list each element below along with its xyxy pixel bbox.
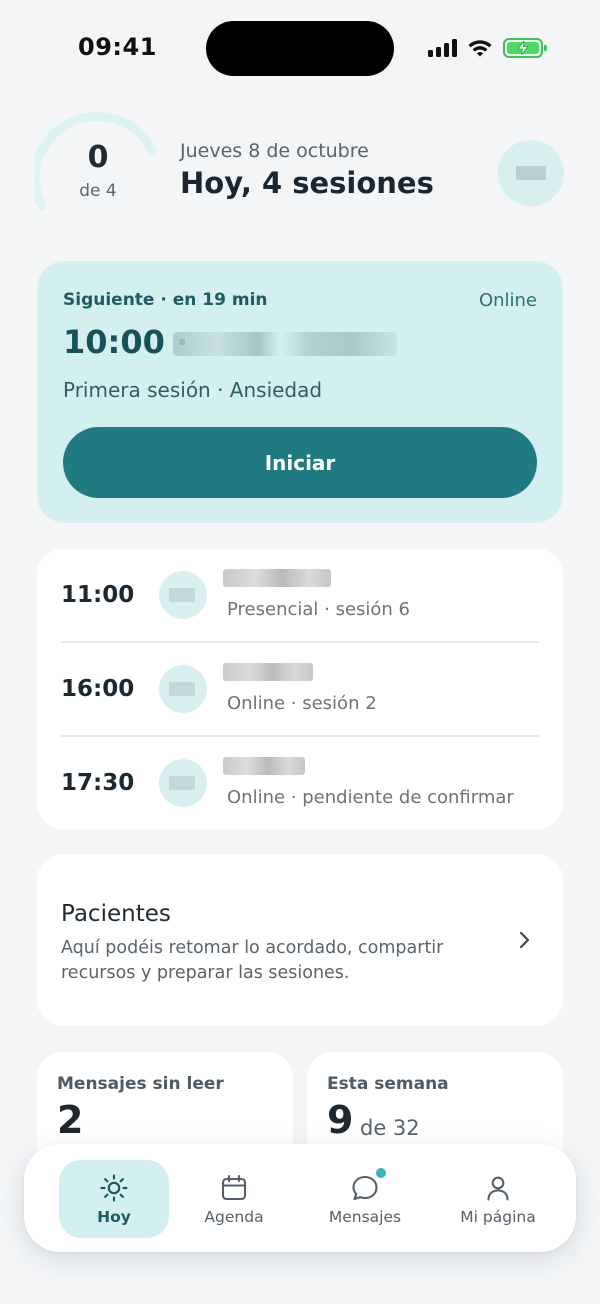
- unread-badge-dot: [374, 1166, 388, 1180]
- session-detail: Presencial · sesión 6: [227, 599, 410, 620]
- next-session-description: Primera sesión · Ansiedad: [63, 378, 323, 402]
- next-session-time: 10:00 ·: [63, 323, 189, 361]
- this-week-total: de 32: [360, 1116, 420, 1140]
- dynamic-island: [206, 21, 394, 76]
- patient-name-redacted: [223, 663, 313, 681]
- this-week-label: Esta semana: [327, 1074, 449, 1094]
- next-session-patient-name-redacted: [173, 332, 397, 356]
- bottom-tab-bar: Hoy Agenda Mensajes Mi página: [24, 1144, 576, 1252]
- user-icon: [487, 1176, 509, 1201]
- status-bar: 09:41: [0, 0, 600, 96]
- schedule-row[interactable]: 16:00 Online · sesión 2: [37, 643, 563, 737]
- unread-messages-count: 2: [57, 1098, 84, 1142]
- session-time: 16:00: [61, 676, 135, 702]
- patients-title: Pacientes: [61, 901, 171, 927]
- wifi-icon: [468, 40, 492, 57]
- tab-mi-pagina[interactable]: Mi página: [443, 1160, 553, 1238]
- sessions-done-count: 0: [87, 140, 109, 175]
- current-date: Jueves 8 de octubre: [180, 140, 369, 162]
- calendar-icon: [221, 1174, 247, 1201]
- unread-messages-label: Mensajes sin leer: [57, 1074, 224, 1094]
- sun-icon: [100, 1174, 128, 1202]
- tab-label: Hoy: [97, 1208, 131, 1226]
- tab-label: Mi página: [460, 1208, 536, 1226]
- session-detail: Online · sesión 2: [227, 693, 377, 714]
- start-session-button[interactable]: Iniciar: [63, 427, 537, 498]
- cellular-signal-icon: [428, 39, 457, 57]
- avatar-initials-redacted: [516, 166, 546, 180]
- status-time: 09:41: [78, 33, 157, 61]
- sessions-total-label: de 4: [79, 181, 117, 201]
- patient-avatar: [159, 665, 207, 713]
- patients-description: Aquí podéis retomar lo acordado, compart…: [61, 938, 444, 983]
- status-icons: [428, 36, 547, 60]
- this-week-count: 9: [327, 1098, 354, 1142]
- tab-agenda[interactable]: Agenda: [179, 1160, 289, 1238]
- tab-hoy[interactable]: Hoy: [59, 1160, 169, 1238]
- battery-charging-icon: [503, 38, 547, 58]
- patient-name-redacted: [223, 757, 305, 775]
- patient-avatar: [159, 571, 207, 619]
- profile-avatar[interactable]: [498, 140, 564, 206]
- session-detail: Online · pendiente de confirmar: [227, 787, 514, 808]
- next-session-card[interactable]: Siguiente · en 19 min Online 10:00 · Pri…: [37, 261, 563, 523]
- session-time: 11:00: [61, 582, 135, 608]
- session-time: 17:30: [61, 770, 135, 796]
- schedule-row[interactable]: 17:30 Online · pendiente de confirmar: [37, 737, 563, 831]
- patients-card[interactable]: Pacientes Aquí podéis retomar lo acordad…: [37, 854, 563, 1026]
- tab-mensajes[interactable]: Mensajes: [310, 1160, 420, 1238]
- schedule-row[interactable]: 11:00 Presencial · sesión 6: [37, 549, 563, 643]
- tab-label: Agenda: [204, 1208, 264, 1226]
- next-session-mode: Online: [478, 290, 537, 311]
- tab-label: Mensajes: [328, 1208, 402, 1226]
- schedule-list: 11:00 Presencial · sesión 6 16:00 Online…: [37, 549, 563, 829]
- patient-name-redacted: [223, 569, 331, 587]
- next-session-label: Siguiente · en 19 min: [63, 290, 268, 310]
- page-title: Hoy, 4 sesiones: [180, 166, 434, 200]
- chevron-right-icon: [519, 931, 530, 949]
- patient-avatar: [159, 759, 207, 807]
